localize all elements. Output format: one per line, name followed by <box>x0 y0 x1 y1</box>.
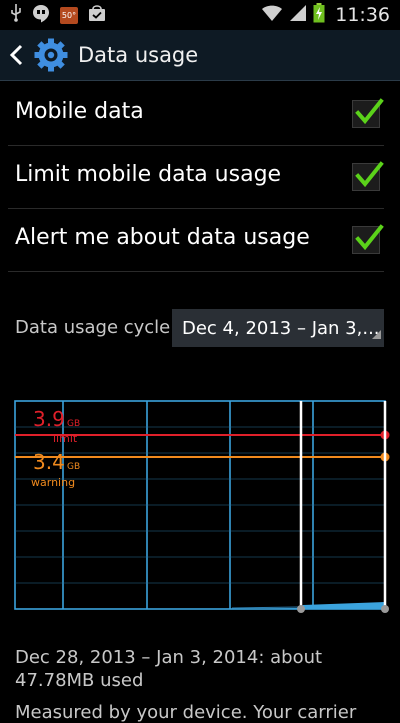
status-time: 11:36 <box>335 4 390 26</box>
alert-data-row[interactable]: Alert me about data usage <box>0 209 400 272</box>
mobile-data-checkbox[interactable] <box>352 98 384 128</box>
warning-unit: GB <box>67 462 80 472</box>
range-start-knob[interactable] <box>297 605 305 613</box>
limit-label: limit <box>53 432 78 445</box>
limit-data-checkbox[interactable] <box>352 161 384 191</box>
divider <box>8 271 384 272</box>
usb-icon <box>10 4 22 26</box>
cycle-dropdown[interactable]: Dec 4, 2013 – Jan 3,... <box>172 309 384 347</box>
shopping-bag-icon <box>88 4 106 26</box>
cycle-label: Data usage cycle <box>15 317 171 338</box>
weather-icon: 50° <box>60 6 78 24</box>
limit-value: 3.9 <box>33 407 65 431</box>
signal-icon <box>289 4 307 26</box>
battery-charging-icon <box>313 3 325 27</box>
usage-summary: Dec 28, 2013 – Jan 3, 2014: about 47.78M… <box>15 647 323 691</box>
back-icon[interactable] <box>9 44 23 70</box>
mobile-data-row[interactable]: Mobile data <box>0 83 400 146</box>
limit-unit: GB <box>67 419 80 429</box>
settings-gear-icon[interactable] <box>33 37 69 77</box>
cycle-value: Dec 4, 2013 – Jan 3,... <box>182 318 380 339</box>
warning-label: warning <box>31 476 75 489</box>
range-end-knob[interactable] <box>381 605 389 613</box>
alert-data-label: Alert me about data usage <box>15 225 310 250</box>
status-bar: 50° 11:36 <box>0 0 400 30</box>
usage-line <box>231 606 301 609</box>
alert-data-checkbox[interactable] <box>352 224 384 254</box>
mobile-data-label: Mobile data <box>15 99 144 124</box>
action-bar: Data usage <box>0 30 400 81</box>
warning-value: 3.4 <box>33 450 65 474</box>
data-usage-chart: 3.9 GB limit 3.4 GB warning <box>14 400 390 613</box>
limit-data-label: Limit mobile data usage <box>15 162 282 187</box>
wifi-icon <box>261 4 283 26</box>
limit-data-row[interactable]: Limit mobile data usage <box>0 146 400 209</box>
dropdown-arrow-icon <box>372 323 381 344</box>
usage-footnote: Measured by your device. Your carrier <box>15 702 357 723</box>
hangouts-icon <box>32 4 50 27</box>
page-title: Data usage <box>78 43 199 67</box>
